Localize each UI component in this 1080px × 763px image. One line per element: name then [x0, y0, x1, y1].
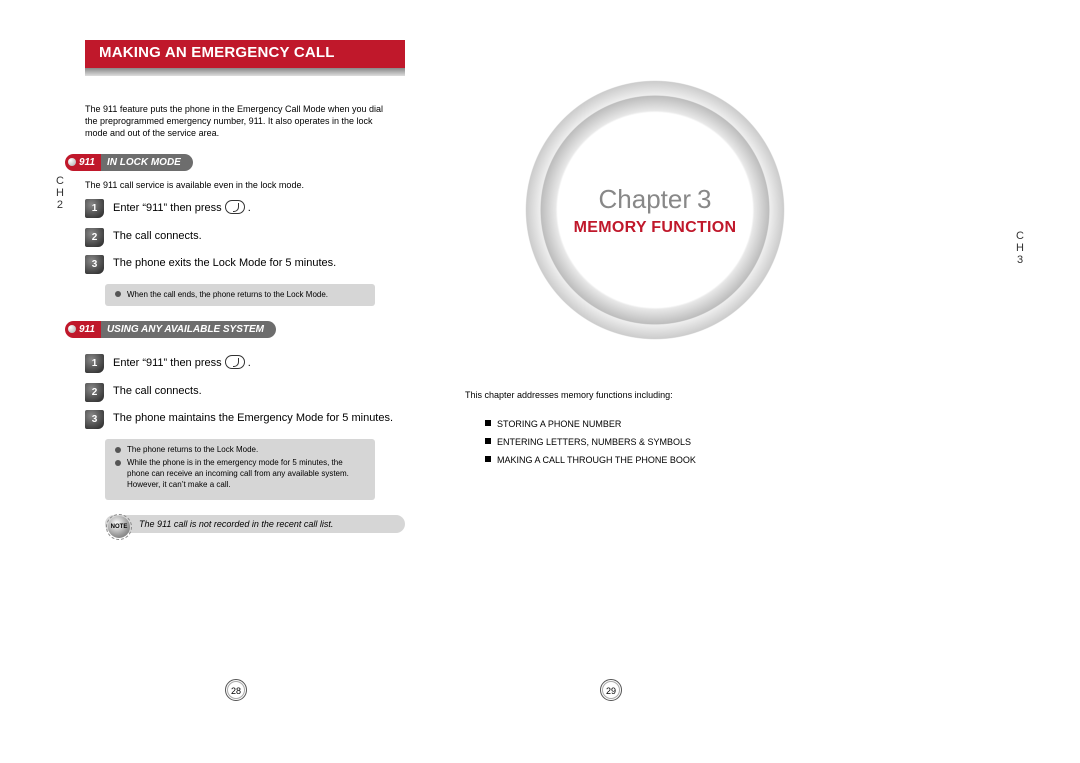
square-bullet-icon	[485, 438, 491, 444]
list-item: 3 The phone maintains the Emergency Mode…	[85, 411, 405, 426]
section-heading-lock-mode: 911IN LOCK MODE	[65, 154, 193, 172]
chapter-title: MEMORY FUNCTION	[574, 219, 737, 237]
send-key-icon	[225, 200, 245, 214]
square-bullet-icon	[485, 456, 491, 462]
bullet-icon	[115, 291, 121, 297]
note-box: When the call ends, the phone returns to…	[105, 284, 375, 307]
section-label: USING ANY AVAILABLE SYSTEM	[101, 321, 276, 338]
list-item: 1 Enter “911” then press .	[85, 355, 405, 371]
chapter-intro: This chapter addresses memory functions …	[465, 390, 865, 400]
step-text: The call connects.	[113, 230, 202, 242]
section-prefix: 911	[65, 321, 101, 338]
note-text: When the call ends, the phone returns to…	[127, 290, 328, 299]
section-prefix: 911	[65, 154, 101, 171]
square-bullet-icon	[485, 420, 491, 426]
toc-item: MAKING A CALL THROUGH THE PHONE BOOK	[485, 451, 696, 469]
section-intro: The 911 call service is available even i…	[85, 180, 495, 190]
step-text: Enter “911” then press	[113, 357, 222, 369]
chapter-ring: Chapter3 MEMORY FUNCTION	[525, 80, 785, 340]
page-left: MAKING AN EMERGENCY CALL The 911 feature…	[0, 0, 540, 763]
step-number-icon: 1	[85, 354, 104, 373]
list-item: 1 Enter “911” then press .	[85, 200, 405, 216]
note-box: The phone returns to the Lock Mode. Whil…	[105, 439, 375, 500]
note-item: While the phone is in the emergency mode…	[127, 458, 365, 490]
footnote-pill: NOTE The 911 call is not recorded in the…	[105, 515, 405, 533]
section-heading-any-system: 911USING ANY AVAILABLE SYSTEM	[65, 321, 276, 339]
page-number: 29	[600, 679, 622, 701]
step-list-1: 1 Enter “911” then press . 2 The call co…	[85, 200, 495, 271]
note-text: While the phone is in the emergency mode…	[127, 458, 349, 489]
intro-text: The 911 feature puts the phone in the Em…	[85, 103, 385, 139]
page-number: 28	[225, 679, 247, 701]
step-number-icon: 3	[85, 410, 104, 429]
toc-item: ENTERING LETTERS, NUMBERS & SYMBOLS	[485, 433, 696, 451]
step-number-icon: 2	[85, 228, 104, 247]
list-item: 3 The phone exits the Lock Mode for 5 mi…	[85, 256, 405, 271]
toc-item: STORING A PHONE NUMBER	[485, 415, 696, 433]
send-key-icon	[225, 355, 245, 369]
note-text: The phone returns to the Lock Mode.	[127, 445, 258, 454]
footnote-text: The 911 call is not recorded in the rece…	[139, 519, 333, 529]
bullet-icon	[115, 460, 121, 466]
list-item: 2 The call connects.	[85, 384, 405, 399]
step-text: The phone exits the Lock Mode for 5 minu…	[113, 257, 336, 269]
chapter-number: 3	[697, 184, 711, 214]
step-number-icon: 3	[85, 255, 104, 274]
chapter-margin-marker: C H 2	[56, 175, 64, 211]
step-text: The call connects.	[113, 385, 202, 397]
step-list-2: 1 Enter “911” then press . 2 The call co…	[85, 355, 495, 426]
page-title: MAKING AN EMERGENCY CALL	[99, 44, 335, 61]
note-item: The phone returns to the Lock Mode.	[127, 445, 365, 456]
chapter-margin-marker: C H 3	[1016, 230, 1024, 266]
section-label: IN LOCK MODE	[101, 154, 193, 171]
chapter-toc: STORING A PHONE NUMBER ENTERING LETTERS,…	[485, 415, 696, 469]
list-item: 2 The call connects.	[85, 229, 405, 244]
step-number-icon: 1	[85, 199, 104, 218]
step-text: Enter “911” then press	[113, 202, 222, 214]
note-badge-icon: NOTE	[108, 516, 130, 538]
title-bar-shadow	[85, 68, 405, 76]
step-text: The phone maintains the Emergency Mode f…	[113, 412, 393, 424]
bullet-icon	[115, 447, 121, 453]
step-number-icon: 2	[85, 383, 104, 402]
chapter-label: Chapter	[599, 184, 692, 214]
page-title-bar: MAKING AN EMERGENCY CALL	[85, 40, 495, 88]
